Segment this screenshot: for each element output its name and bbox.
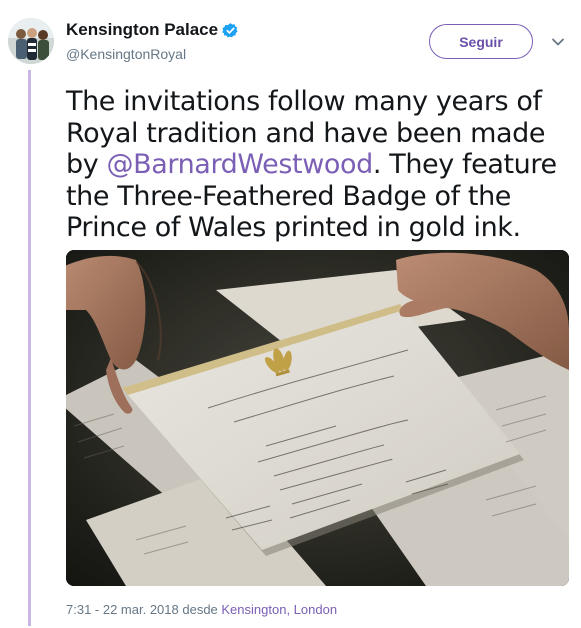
verified-badge-icon — [222, 22, 238, 37]
display-name[interactable]: Kensington Palace — [66, 20, 218, 40]
author-handle[interactable]: @KensingtonRoyal — [66, 46, 186, 62]
profile-photo-icon — [8, 18, 54, 64]
tweet-timestamp: 7:31 - 22 mar. 2018 desde Kensington, Lo… — [66, 602, 337, 617]
tweet-text: The invitations follow many years of Roy… — [66, 86, 566, 244]
follow-button[interactable]: Seguir — [429, 24, 533, 59]
avatar[interactable] — [8, 18, 54, 64]
chevron-down-icon[interactable] — [550, 34, 566, 50]
thread-line — [28, 70, 31, 626]
tweet-photo[interactable] — [66, 250, 569, 586]
author-name-row[interactable]: Kensington Palace — [66, 20, 239, 40]
location-link[interactable]: Kensington, London — [221, 602, 337, 617]
mention-link[interactable]: @BarnardWestwood — [107, 149, 374, 180]
timestamp-text[interactable]: 7:31 - 22 mar. 2018 desde — [66, 602, 221, 617]
wedding-invitations-photo-icon — [66, 250, 569, 586]
